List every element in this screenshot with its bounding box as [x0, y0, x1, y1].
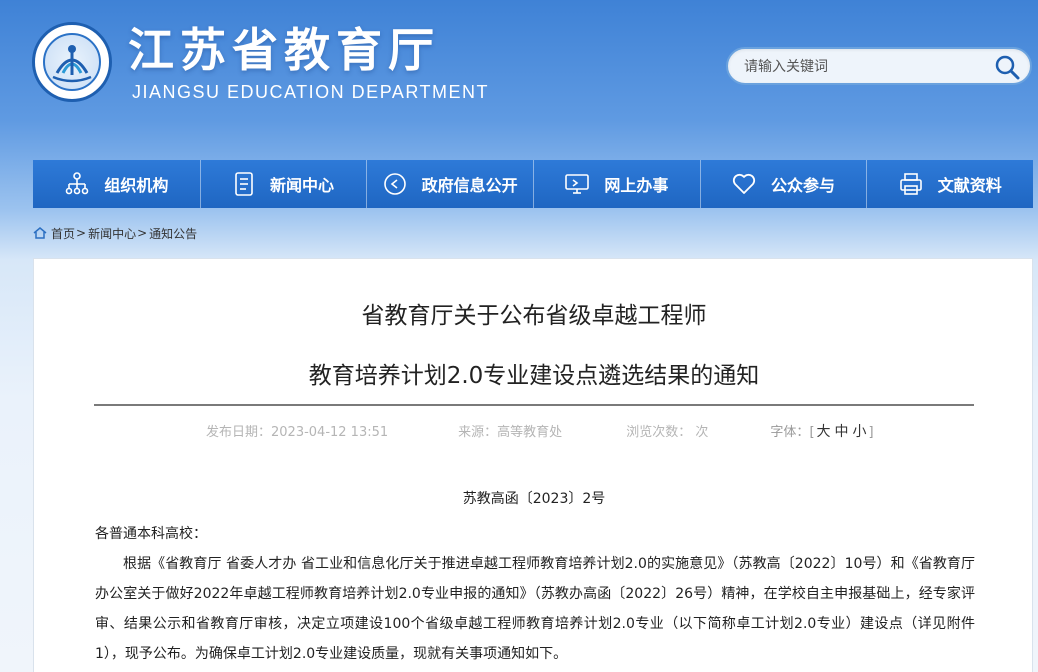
- article-body: 各普通本科高校： 根据《省教育厅 省委人才办 省工业和信息化厅关于推进卓越工程师…: [95, 519, 975, 669]
- document-number: 苏教高函〔2023〕2号: [462, 491, 606, 507]
- nav-label: 文献资料: [937, 176, 1002, 195]
- title-divider: [94, 404, 974, 406]
- font-small-link[interactable]: 小: [853, 424, 867, 440]
- breadcrumb: 首页 > 新闻中心 > 通知公告: [33, 224, 197, 242]
- article-title-line1: 省教育厅关于公布省级卓越工程师: [361, 303, 707, 329]
- search-box: [726, 47, 1032, 85]
- body-paragraph: 根据《省教育厅 省委人才办 省工业和信息化厅关于推进卓越工程师教育培养计划2.0…: [95, 556, 975, 662]
- nav-item-news[interactable]: 新闻中心: [199, 160, 367, 208]
- font-bracket-close: ]: [868, 425, 874, 440]
- font-bracket-open: [: [809, 425, 815, 440]
- site-title: 江苏省教育厅: [128, 23, 440, 77]
- nav-item-org[interactable]: 组织机构: [33, 160, 200, 208]
- breadcrumb-home[interactable]: 首页: [51, 225, 75, 242]
- site-subtitle: JIANGSU EDUCATION DEPARTMENT: [132, 82, 490, 102]
- monitor-icon: [565, 174, 590, 194]
- nav-item-disclosure[interactable]: 政府信息公开: [366, 160, 533, 208]
- search-input[interactable]: [744, 57, 984, 77]
- article-panel: 省教育厅关于公布省级卓越工程师 教育培养计划2.0专业建设点遴选结果的通知 发布…: [33, 258, 1033, 672]
- font-size-label: 字体：: [770, 425, 810, 440]
- publish-date: 发布日期：2023-04-12 13:51: [206, 425, 389, 440]
- breadcrumb-notices[interactable]: 通知公告: [149, 225, 197, 242]
- home-icon: [33, 227, 47, 239]
- nav-label: 新闻中心: [270, 176, 335, 195]
- disclosure-icon: [383, 173, 406, 195]
- nav-item-documents[interactable]: 文献资料: [866, 160, 1033, 208]
- nav-item-online-service[interactable]: 网上办事: [533, 160, 700, 208]
- article-meta: 发布日期：2023-04-12 13:51 来源：高等教育处 浏览次数： 次 字…: [206, 423, 874, 442]
- site-logo[interactable]: [32, 22, 112, 102]
- nav-item-public-participation[interactable]: 公众参与: [699, 160, 867, 208]
- heart-icon: [732, 173, 756, 194]
- font-large-link[interactable]: 大: [817, 424, 831, 440]
- salutation: 各普通本科高校：: [95, 526, 207, 542]
- article-title-line2: 教育培养计划2.0专业建设点遴选结果的通知: [308, 363, 760, 389]
- org-chart-icon: [66, 172, 89, 195]
- nav-label: 网上办事: [604, 176, 669, 195]
- education-seal-icon: [52, 45, 92, 83]
- main-nav: 组织机构 新闻中心 政府信息公开 网上办事 公众参与 文献资料: [33, 160, 1033, 208]
- nav-label: 公众参与: [771, 176, 836, 195]
- nav-label: 组织机构: [104, 176, 169, 195]
- article-source: 来源：高等教育处: [458, 425, 563, 440]
- breadcrumb-news[interactable]: 新闻中心: [88, 225, 136, 242]
- view-count: 浏览次数： 次: [626, 425, 709, 440]
- nav-label: 政府信息公开: [421, 176, 518, 195]
- printer-icon: [899, 173, 922, 195]
- font-medium-link[interactable]: 中: [835, 424, 849, 440]
- font-size-switch: 字体：[大中小]: [770, 423, 873, 442]
- search-icon[interactable]: [994, 54, 1020, 80]
- site-header: 江苏省教育厅 JIANGSU EDUCATION DEPARTMENT: [0, 0, 1038, 150]
- document-icon: [235, 172, 253, 196]
- breadcrumb-separator: >: [137, 226, 148, 240]
- breadcrumb-separator: >: [76, 226, 87, 240]
